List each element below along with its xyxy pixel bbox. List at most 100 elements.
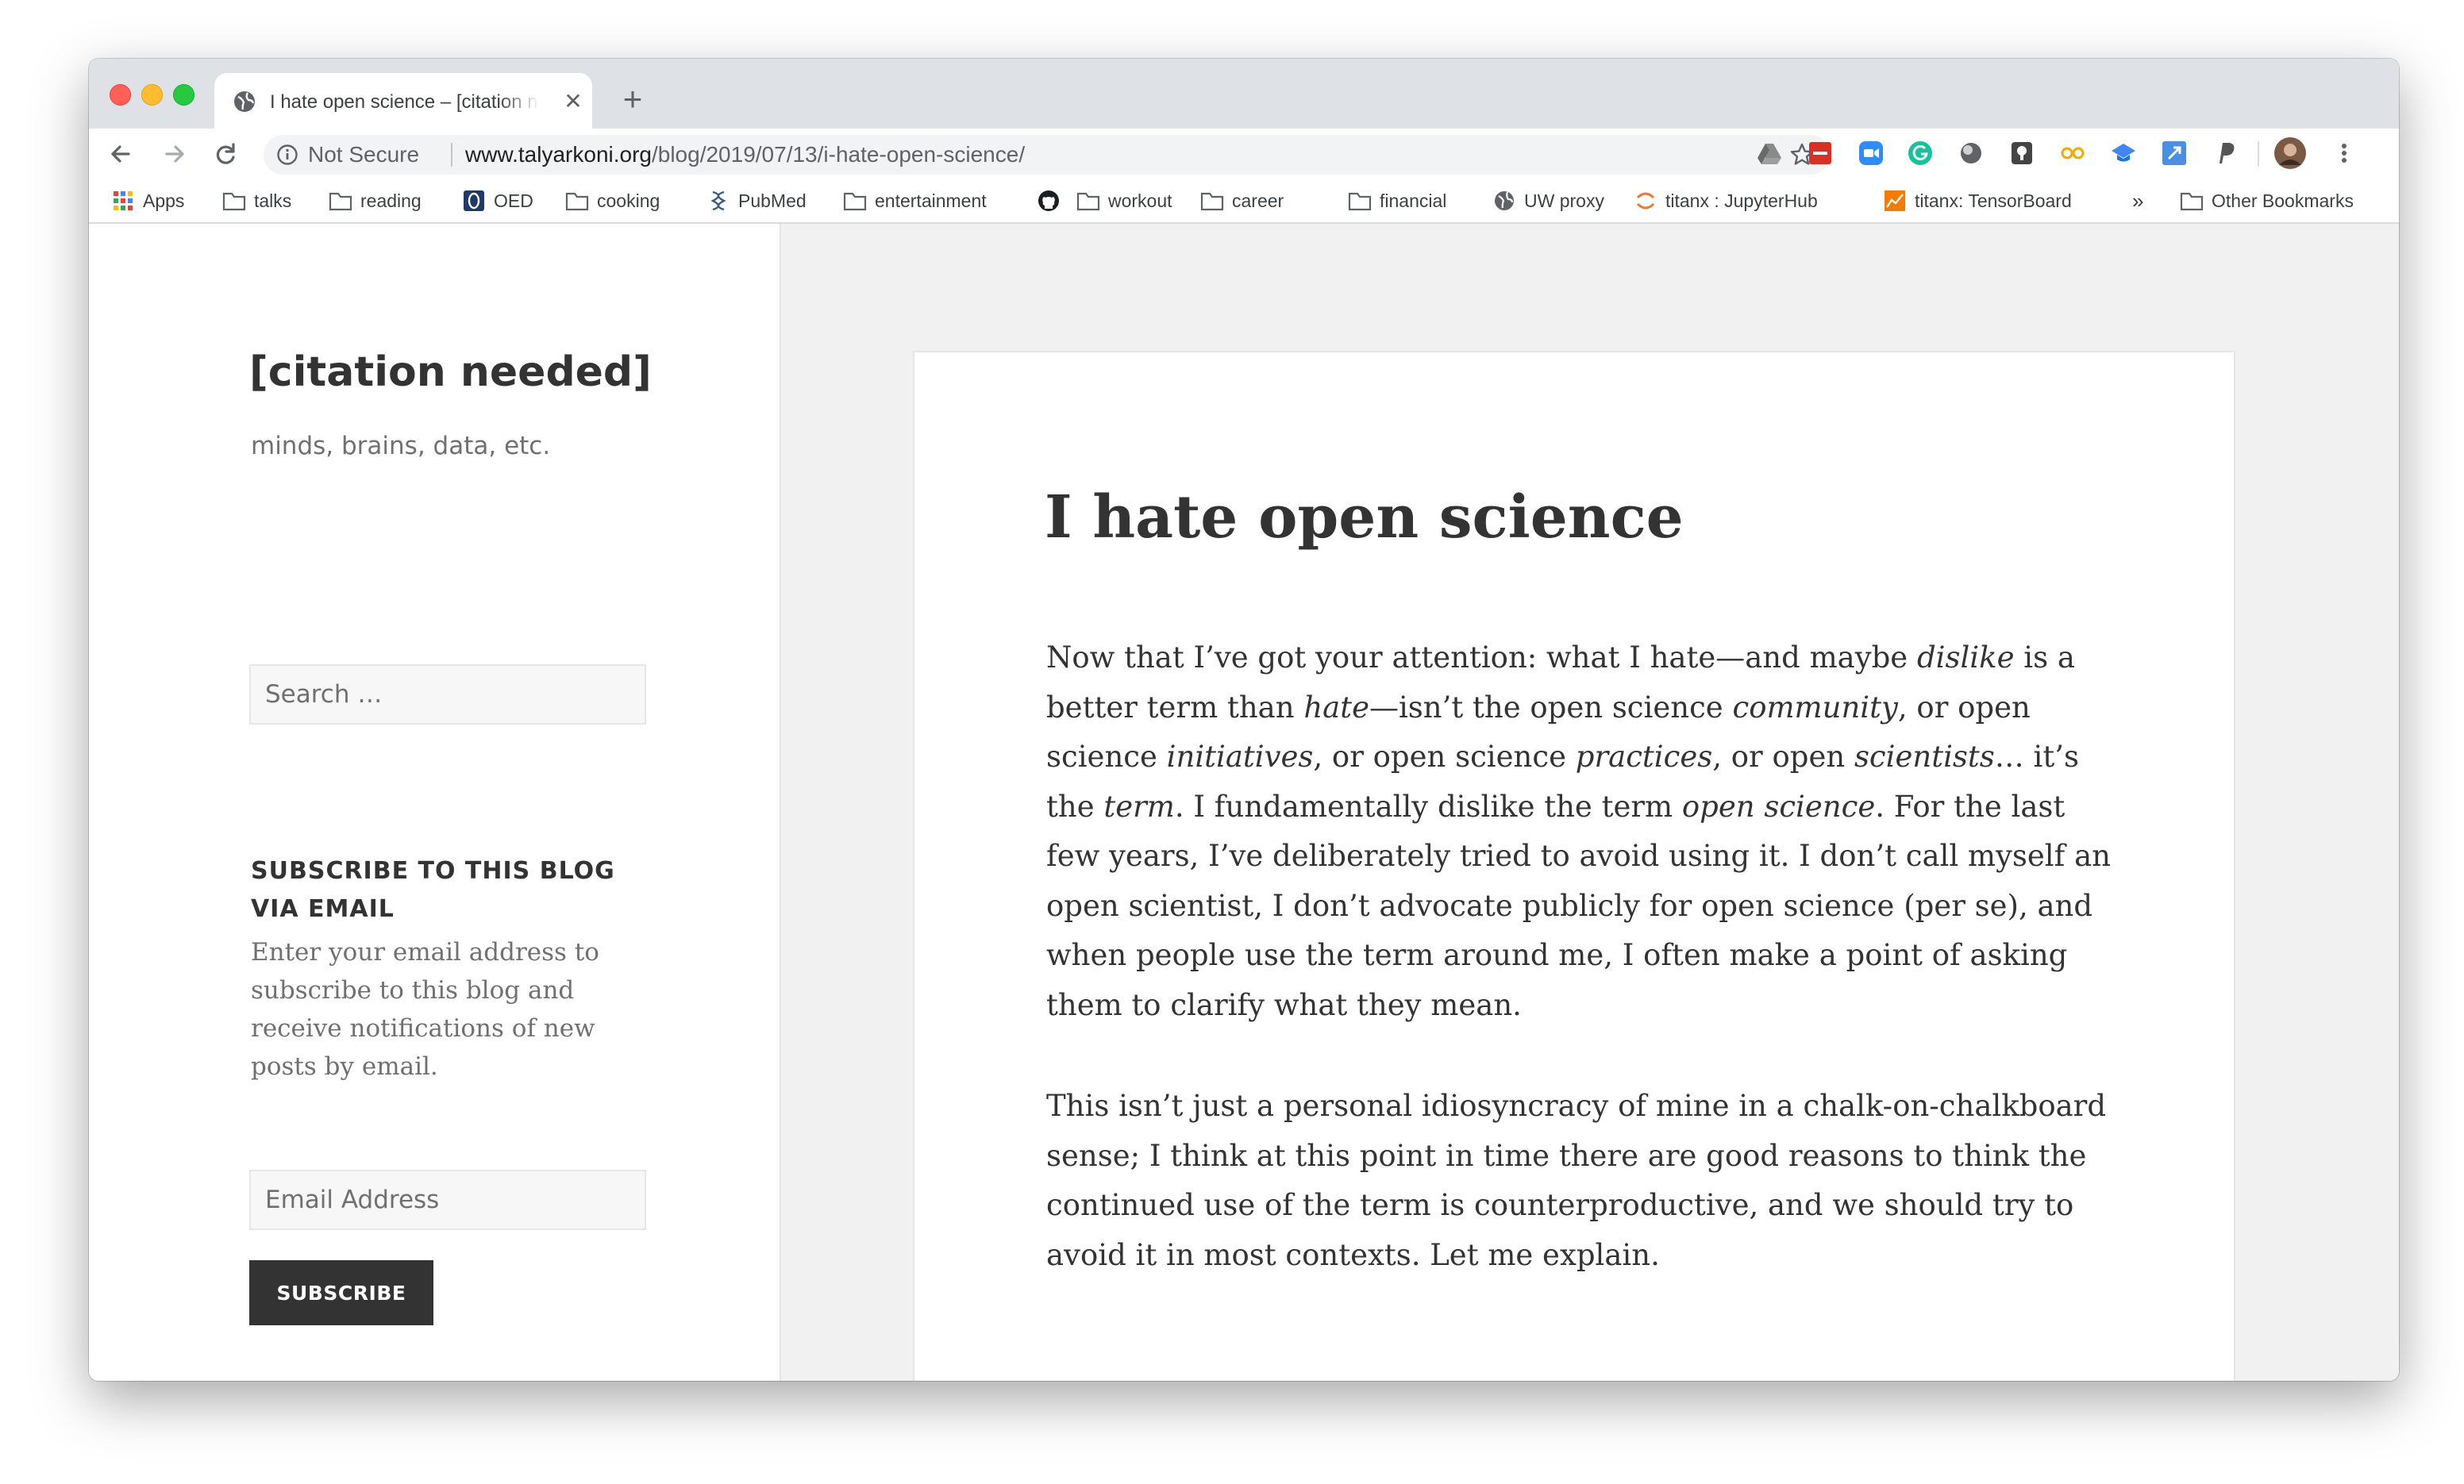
link-icon[interactable]: [2161, 140, 2188, 167]
bookmark-label: Apps: [143, 190, 185, 211]
tab-strip: I hate open science – [citation needed] …: [89, 59, 2399, 130]
folder-icon: [565, 192, 589, 211]
bookmark-oed[interactable]: OED: [462, 187, 549, 214]
bookmark-apps[interactable]: Apps: [111, 187, 206, 214]
more-bookmarks-chevron-icon[interactable]: »: [2132, 187, 2156, 214]
apps-grid-icon: [114, 191, 133, 210]
browser-window: I hate open science – [citation needed] …: [89, 59, 2399, 1381]
bookmark-label: reading: [360, 190, 422, 211]
page-content: [citation needed] minds, brains, data, e…: [89, 224, 2399, 1381]
paragraph-text: —isn’t the open science: [1369, 690, 1733, 725]
bookmark-career[interactable]: career: [1200, 187, 1303, 214]
folder-icon: [1076, 192, 1100, 211]
bookmark-label: cooking: [597, 190, 660, 211]
github-icon: [1038, 190, 1059, 211]
search-input[interactable]: [249, 664, 646, 725]
email-field[interactable]: [249, 1170, 646, 1230]
bookmark-label: titanx : JupyterHub: [1665, 190, 1818, 211]
bookmark-entertainment[interactable]: entertainment: [843, 187, 1026, 214]
new-tab-button[interactable]: +: [613, 81, 653, 121]
url-text[interactable]: www.talyarkoni.org/blog/2019/07/13/i-hat…: [465, 141, 1025, 168]
bookmark-label: OED: [494, 190, 533, 211]
folder-icon: [1200, 192, 1224, 211]
paragraph-text: . For the last few years, I’ve deliberat…: [1046, 789, 2111, 1022]
grammarly-icon[interactable]: [1907, 140, 1934, 167]
bookmark-label: PubMed: [738, 190, 807, 211]
tensorboard-icon: [1885, 190, 1905, 211]
window-close-button[interactable]: [110, 84, 131, 106]
google-drive-icon[interactable]: [1756, 140, 1783, 167]
bookmark-label: talks: [254, 190, 292, 211]
subscribe-widget-text: Enter your email address to subscribe to…: [251, 938, 599, 1081]
subscribe-button[interactable]: SUBSCRIBE: [249, 1260, 433, 1325]
address-bar[interactable]: Not Secure www.talyarkoni.org/blog/2019/…: [264, 135, 1831, 175]
bookmark-label: financial: [1380, 190, 1447, 211]
browser-tab-active[interactable]: I hate open science – [citation needed] …: [214, 73, 592, 130]
emphasis-text: open science: [1681, 789, 1876, 824]
profile-avatar[interactable]: [2273, 136, 2307, 170]
pubmed-icon: [710, 190, 726, 211]
url-path: /blog/2019/07/13/i-hate-open-science/: [651, 142, 1026, 167]
globe-icon: [1495, 191, 1514, 210]
bookmark-uw-proxy[interactable]: UW proxy: [1492, 187, 1627, 214]
emphasis-text: community: [1732, 690, 1898, 725]
forward-icon[interactable]: [154, 133, 195, 175]
globe-icon: [234, 91, 255, 112]
bookmark-jupyterhub[interactable]: titanx : JupyterHub: [1634, 187, 1864, 214]
lastpass-icon[interactable]: [2008, 140, 2035, 167]
emphasis-text: hate: [1303, 690, 1369, 725]
article-title[interactable]: I hate open science: [1045, 478, 1684, 557]
paragraph-text: , or open science: [1313, 740, 1576, 774]
bookmark-github[interactable]: [1037, 187, 1065, 214]
emphasis-text: scientists: [1854, 740, 1995, 774]
bookmark-label: UW proxy: [1524, 190, 1604, 211]
article-card: I hate open science Now that I’ve got yo…: [913, 351, 2235, 1381]
toolbar-separator: [2258, 141, 2259, 167]
bookmark-tensorboard[interactable]: titanx: TensorBoard: [1883, 187, 2121, 214]
bookmark-pubmed[interactable]: PubMed: [706, 187, 826, 214]
bookmark-workout[interactable]: workout: [1076, 187, 1188, 214]
oed-icon: [464, 190, 484, 211]
info-icon[interactable]: [276, 144, 298, 166]
browser-toolbar: Not Secure www.talyarkoni.org/blog/2019/…: [89, 129, 2399, 179]
bookmark-talks[interactable]: talks: [222, 187, 310, 214]
paypal-icon[interactable]: [2212, 140, 2239, 167]
bookmark-reading[interactable]: reading: [329, 187, 440, 214]
emphasis-text: practices: [1575, 740, 1713, 774]
bookmark-label: titanx: TensorBoard: [1915, 190, 2072, 211]
bookmark-label: Other Bookmarks: [2212, 190, 2354, 211]
blog-sidebar: [citation needed] minds, brains, data, e…: [89, 224, 781, 1381]
emphasis-text: term: [1103, 789, 1175, 824]
tab-title: I hate open science – [citation needed]: [270, 91, 540, 113]
window-minimize-button[interactable]: [141, 84, 163, 106]
scholar-icon[interactable]: [2110, 140, 2137, 167]
tab-close-icon[interactable]: ✕: [557, 86, 589, 117]
site-title[interactable]: [citation needed]: [249, 344, 652, 400]
jupyter-icon: [1636, 192, 1655, 210]
security-label[interactable]: Not Secure: [308, 141, 419, 168]
bookmark-label: career: [1232, 190, 1284, 211]
site-description: minds, brains, data, etc.: [251, 432, 551, 460]
zoom-icon[interactable]: [1858, 140, 1885, 167]
subscribe-widget-title: SUBSCRIBE TO THIS BLOG VIA EMAIL: [251, 857, 615, 923]
emphasis-text: dislike: [1916, 640, 2015, 675]
paragraph-text: This isn’t just a personal idiosyncracy …: [1046, 1089, 2107, 1272]
bookmark-cooking[interactable]: cooking: [565, 187, 684, 214]
glasses-icon[interactable]: [2059, 140, 2086, 167]
paragraph-text: Now that I’ve got your attention: what I…: [1046, 640, 1917, 675]
reload-icon[interactable]: [205, 133, 246, 175]
calendar-icon[interactable]: [1807, 140, 1834, 167]
back-icon[interactable]: [100, 133, 141, 175]
folder-icon: [329, 192, 352, 211]
folder-icon: [222, 192, 246, 211]
bookmark-financial[interactable]: financial: [1348, 187, 1467, 214]
folder-icon: [843, 192, 867, 211]
other-bookmarks[interactable]: Other Bookmarks: [2180, 187, 2394, 214]
menu-icon[interactable]: [2334, 140, 2354, 167]
window-maximize-button[interactable]: [173, 84, 194, 106]
url-host: www.talyarkoni.org: [465, 142, 652, 167]
emphasis-text: initiatives: [1166, 740, 1314, 774]
paragraph-text: . I fundamentally dislike the term: [1174, 789, 1682, 824]
circle-icon[interactable]: [1958, 140, 1985, 167]
article-body: Now that I’ve got your attention: what I…: [1046, 633, 2118, 1332]
